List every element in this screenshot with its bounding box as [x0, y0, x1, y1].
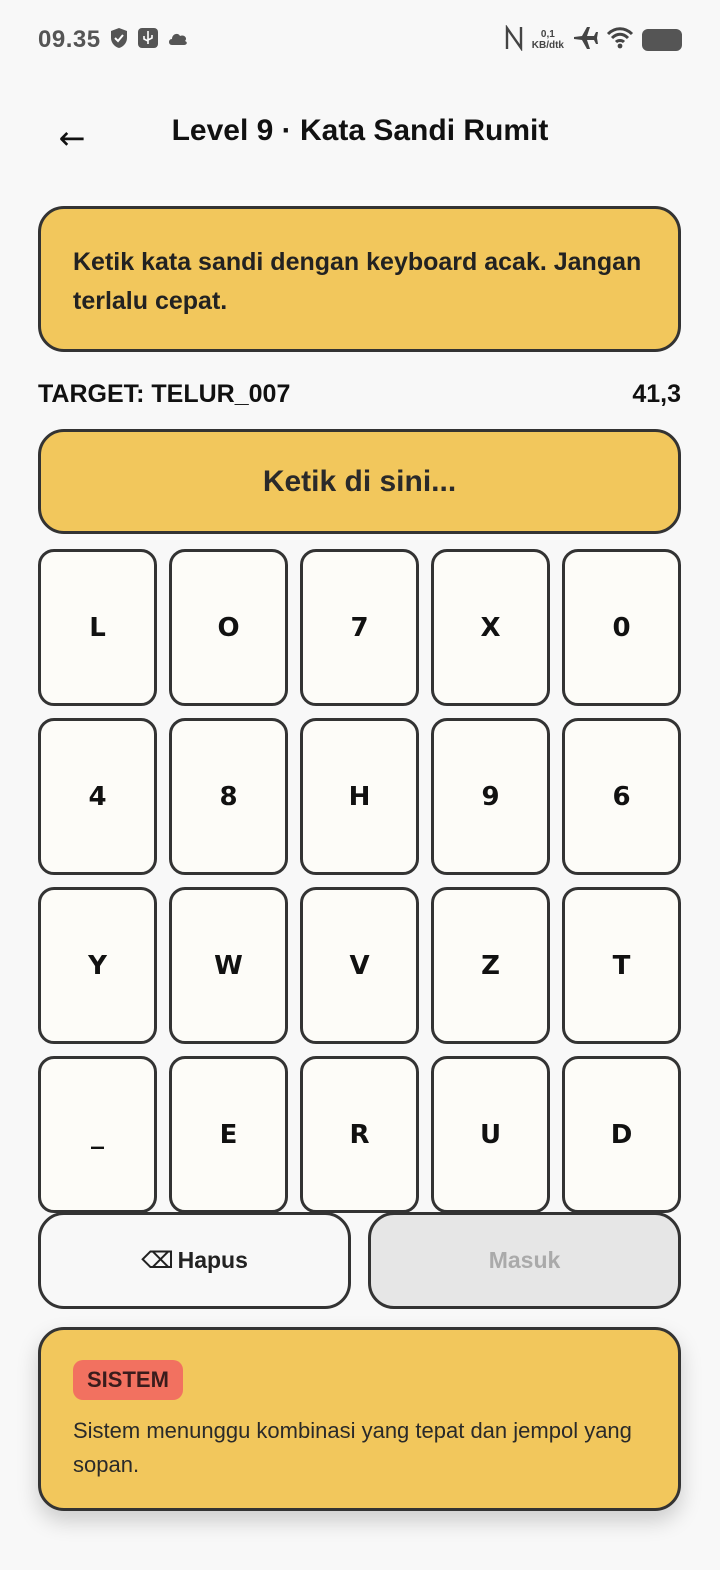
key-button[interactable]: 9 — [431, 718, 550, 875]
key-button[interactable]: Z — [431, 887, 550, 1044]
usb-icon — [137, 27, 159, 54]
system-badge: SISTEM — [73, 1360, 183, 1400]
enter-label: Masuk — [488, 1247, 561, 1273]
key-button[interactable]: Y — [38, 887, 157, 1044]
enter-button[interactable]: Masuk — [368, 1212, 681, 1309]
status-bar: 09.35 0,1 KB/dtk — [0, 0, 720, 80]
status-left: 09.35 — [38, 26, 189, 54]
header: ← Level 9 · Kata Sandi Rumit — [0, 100, 720, 172]
battery-icon — [642, 29, 682, 51]
cloud-icon — [167, 30, 189, 51]
key-button[interactable]: U — [431, 1056, 550, 1213]
status-right: 0,1 KB/dtk — [504, 23, 682, 56]
delete-label: Hapus — [177, 1247, 248, 1273]
key-button[interactable]: 7 — [300, 549, 419, 706]
scrambled-keypad: L O 7 X 0 4 8 H 9 6 Y W V Z T _ E R U D — [38, 549, 681, 1213]
key-button[interactable]: 4 — [38, 718, 157, 875]
system-message-card: SISTEM Sistem menunggu kombinasi yang te… — [38, 1327, 681, 1511]
backspace-icon: ⌫ — [141, 1247, 174, 1274]
wifi-icon — [606, 26, 634, 54]
instruction-text: Ketik kata sandi dengan keyboard acak. J… — [73, 248, 642, 315]
system-message: Sistem menunggu kombinasi yang tepat dan… — [73, 1418, 632, 1477]
airplane-icon — [572, 26, 598, 55]
page-title: Level 9 · Kata Sandi Rumit — [171, 114, 549, 147]
nfc-icon — [504, 23, 524, 56]
status-time: 09.35 — [38, 26, 101, 53]
key-button[interactable]: T — [562, 887, 681, 1044]
key-button[interactable]: X — [431, 549, 550, 706]
key-button[interactable]: V — [300, 887, 419, 1044]
shield-check-icon — [109, 27, 129, 54]
speed-value: 0,1 — [540, 29, 555, 40]
target-label: TARGET: TELUR_007 — [38, 379, 291, 408]
key-button[interactable]: D — [562, 1056, 681, 1213]
key-button[interactable]: O — [169, 549, 288, 706]
key-button[interactable]: _ — [38, 1056, 157, 1213]
key-button[interactable]: 6 — [562, 718, 681, 875]
action-row: ⌫ Hapus Masuk — [38, 1212, 681, 1310]
instruction-card: Ketik kata sandi dengan keyboard acak. J… — [38, 206, 681, 352]
key-button[interactable]: L — [38, 549, 157, 706]
input-placeholder: Ketik di sini... — [262, 464, 457, 498]
key-button[interactable]: 0 — [562, 549, 681, 706]
timer-value: 41,3 — [632, 379, 681, 408]
password-input[interactable]: Ketik di sini... — [38, 429, 681, 534]
delete-button[interactable]: ⌫ Hapus — [38, 1212, 351, 1309]
key-button[interactable]: R — [300, 1056, 419, 1213]
key-button[interactable]: H — [300, 718, 419, 875]
network-speed: 0,1 KB/dtk — [532, 29, 564, 51]
key-button[interactable]: 8 — [169, 718, 288, 875]
speed-unit: KB/dtk — [531, 40, 564, 51]
key-button[interactable]: E — [169, 1056, 288, 1213]
key-button[interactable]: W — [169, 887, 288, 1044]
target-row: TARGET: TELUR_007 41,3 — [38, 374, 681, 414]
